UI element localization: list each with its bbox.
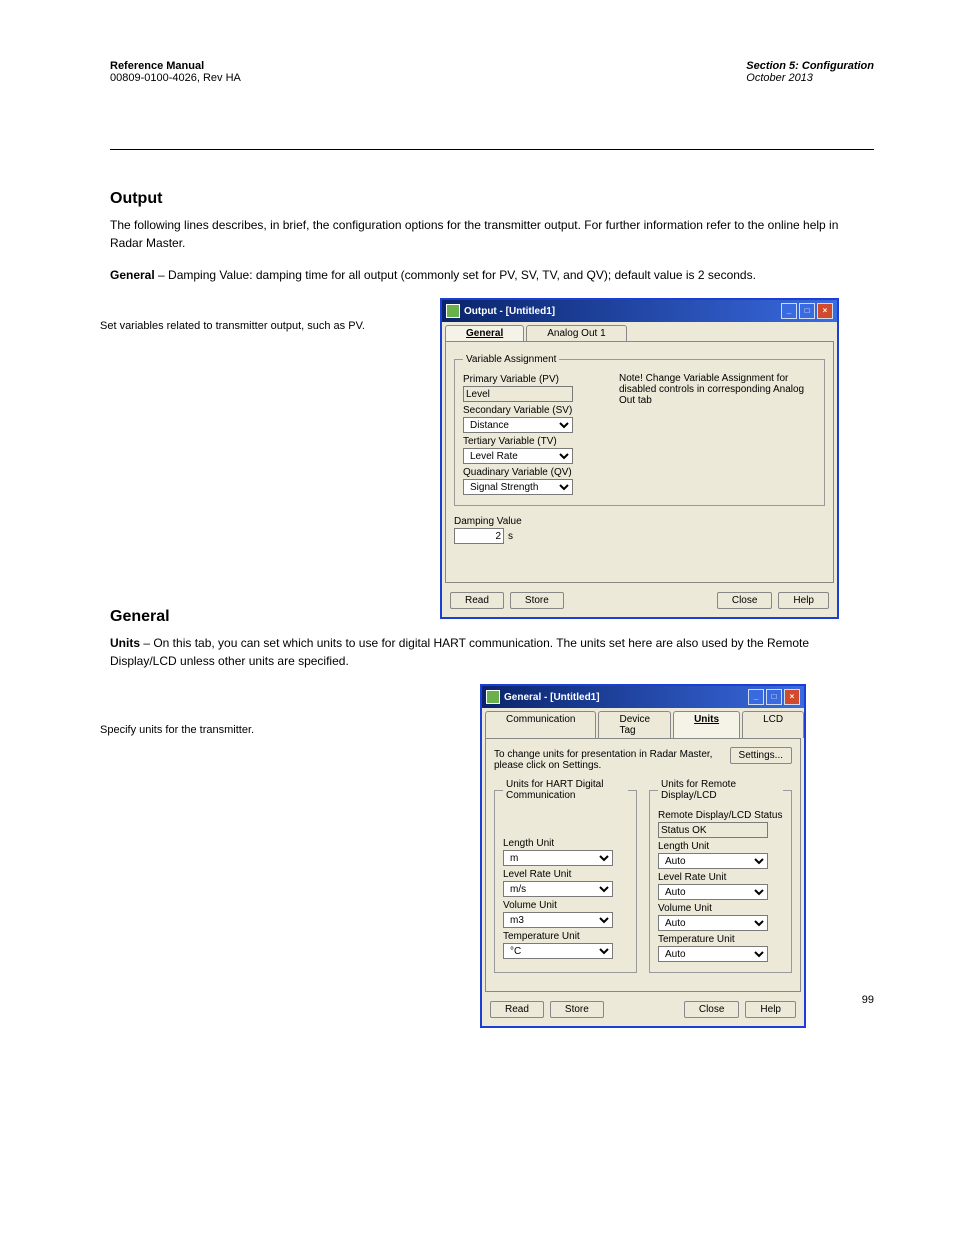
maximize-icon[interactable]: □ (766, 689, 782, 705)
length-unit-select[interactable]: m (503, 850, 613, 866)
output-window-icon: Output - [Untitled1] (446, 304, 555, 318)
read-button[interactable]: Read (490, 1001, 544, 1018)
damping-label: Damping Value (454, 516, 825, 527)
tab-units[interactable]: Units (673, 711, 740, 738)
lcd-level-rate-unit-label: Level Rate Unit (658, 872, 783, 883)
level-rate-unit-select[interactable]: m/s (503, 881, 613, 897)
output-window-titlebar: Output - [Untitled1] _ □ × (442, 300, 837, 322)
variable-assignment-note: Note! Change Variable Assignment for dis… (619, 373, 816, 406)
output-para-1: The following lines describes, in brief,… (110, 216, 870, 252)
tab-communication[interactable]: Communication (485, 711, 596, 738)
lcd-length-unit-label: Length Unit (658, 841, 783, 852)
close-icon[interactable]: × (784, 689, 800, 705)
qv-select[interactable]: Signal Strength (463, 479, 573, 495)
read-button[interactable]: Read (450, 592, 504, 609)
manual-code: 00809-0100-4026, Rev HA (110, 72, 241, 84)
settings-button[interactable]: Settings... (730, 747, 792, 764)
section-output-heading: Output (110, 190, 874, 208)
damping-unit: s (508, 531, 513, 542)
sv-label: Secondary Variable (SV) (463, 405, 603, 416)
volume-unit-select[interactable]: m3 (503, 912, 613, 928)
pv-select (463, 386, 573, 402)
header-rule (110, 149, 874, 150)
length-unit-label: Length Unit (503, 838, 628, 849)
minimize-icon[interactable]: _ (781, 303, 797, 319)
general-para-1: Units – On this tab, you can set which u… (110, 634, 870, 670)
close-icon[interactable]: × (817, 303, 833, 319)
lcd-volume-unit-select[interactable]: Auto (658, 915, 768, 931)
section-date: October 2013 (746, 72, 874, 84)
lcd-level-rate-unit-select[interactable]: Auto (658, 884, 768, 900)
lcd-status-label: Remote Display/LCD Status (658, 810, 783, 821)
store-button[interactable]: Store (550, 1001, 604, 1018)
lcd-status-value (658, 822, 768, 838)
temperature-unit-select[interactable]: °C (503, 943, 613, 959)
minimize-icon[interactable]: _ (748, 689, 764, 705)
hart-units-legend: Units for HART Digital Communication (503, 779, 628, 801)
manual-title: Reference Manual (110, 60, 204, 72)
lcd-length-unit-select[interactable]: Auto (658, 853, 768, 869)
close-button[interactable]: Close (717, 592, 773, 609)
app-icon (486, 690, 500, 704)
lcd-temperature-unit-select[interactable]: Auto (658, 946, 768, 962)
temperature-unit-label: Temperature Unit (503, 931, 628, 942)
general-units-label: Units (110, 636, 140, 650)
tv-label: Tertiary Variable (TV) (463, 436, 603, 447)
volume-unit-label: Volume Unit (503, 900, 628, 911)
app-icon (446, 304, 460, 318)
general-window-titlebar: General - [Untitled1] _ □ × (482, 686, 804, 708)
output-general-label: General (110, 268, 155, 282)
tab-analog-out-1[interactable]: Analog Out 1 (526, 325, 626, 341)
pv-label: Primary Variable (PV) (463, 374, 603, 385)
output-para-2: General – Damping Value: damping time fo… (110, 266, 870, 284)
tab-general[interactable]: General (445, 325, 524, 341)
help-button[interactable]: Help (778, 592, 829, 609)
output-window-title: Output - [Untitled1] (464, 306, 555, 317)
lcd-units-legend: Units for Remote Display/LCD (658, 779, 783, 801)
general-callout: Specify units for the transmitter. (100, 724, 254, 736)
damping-input[interactable] (454, 528, 504, 544)
close-button[interactable]: Close (684, 1001, 740, 1018)
level-rate-unit-label: Level Rate Unit (503, 869, 628, 880)
lcd-volume-unit-label: Volume Unit (658, 903, 783, 914)
general-window-title: General - [Untitled1] (504, 692, 600, 703)
general-units-body: On this tab, you can set which units to … (110, 636, 809, 668)
section-title-right: Section 5: Configuration (746, 60, 874, 72)
qv-label: Quadinary Variable (QV) (463, 467, 603, 478)
units-instruction: To change units for presentation in Rada… (494, 749, 724, 771)
tab-lcd[interactable]: LCD (742, 711, 804, 738)
output-callout: Set variables related to transmitter out… (100, 320, 365, 332)
maximize-icon[interactable]: □ (799, 303, 815, 319)
help-button[interactable]: Help (745, 1001, 796, 1018)
lcd-temperature-unit-label: Temperature Unit (658, 934, 783, 945)
variable-assignment-legend: Variable Assignment (463, 354, 559, 365)
tv-select[interactable]: Level Rate (463, 448, 573, 464)
sv-select[interactable]: Distance (463, 417, 573, 433)
output-general-body: Damping Value: damping time for all outp… (168, 268, 756, 282)
store-button[interactable]: Store (510, 592, 564, 609)
tab-device-tag[interactable]: Device Tag (598, 711, 671, 738)
